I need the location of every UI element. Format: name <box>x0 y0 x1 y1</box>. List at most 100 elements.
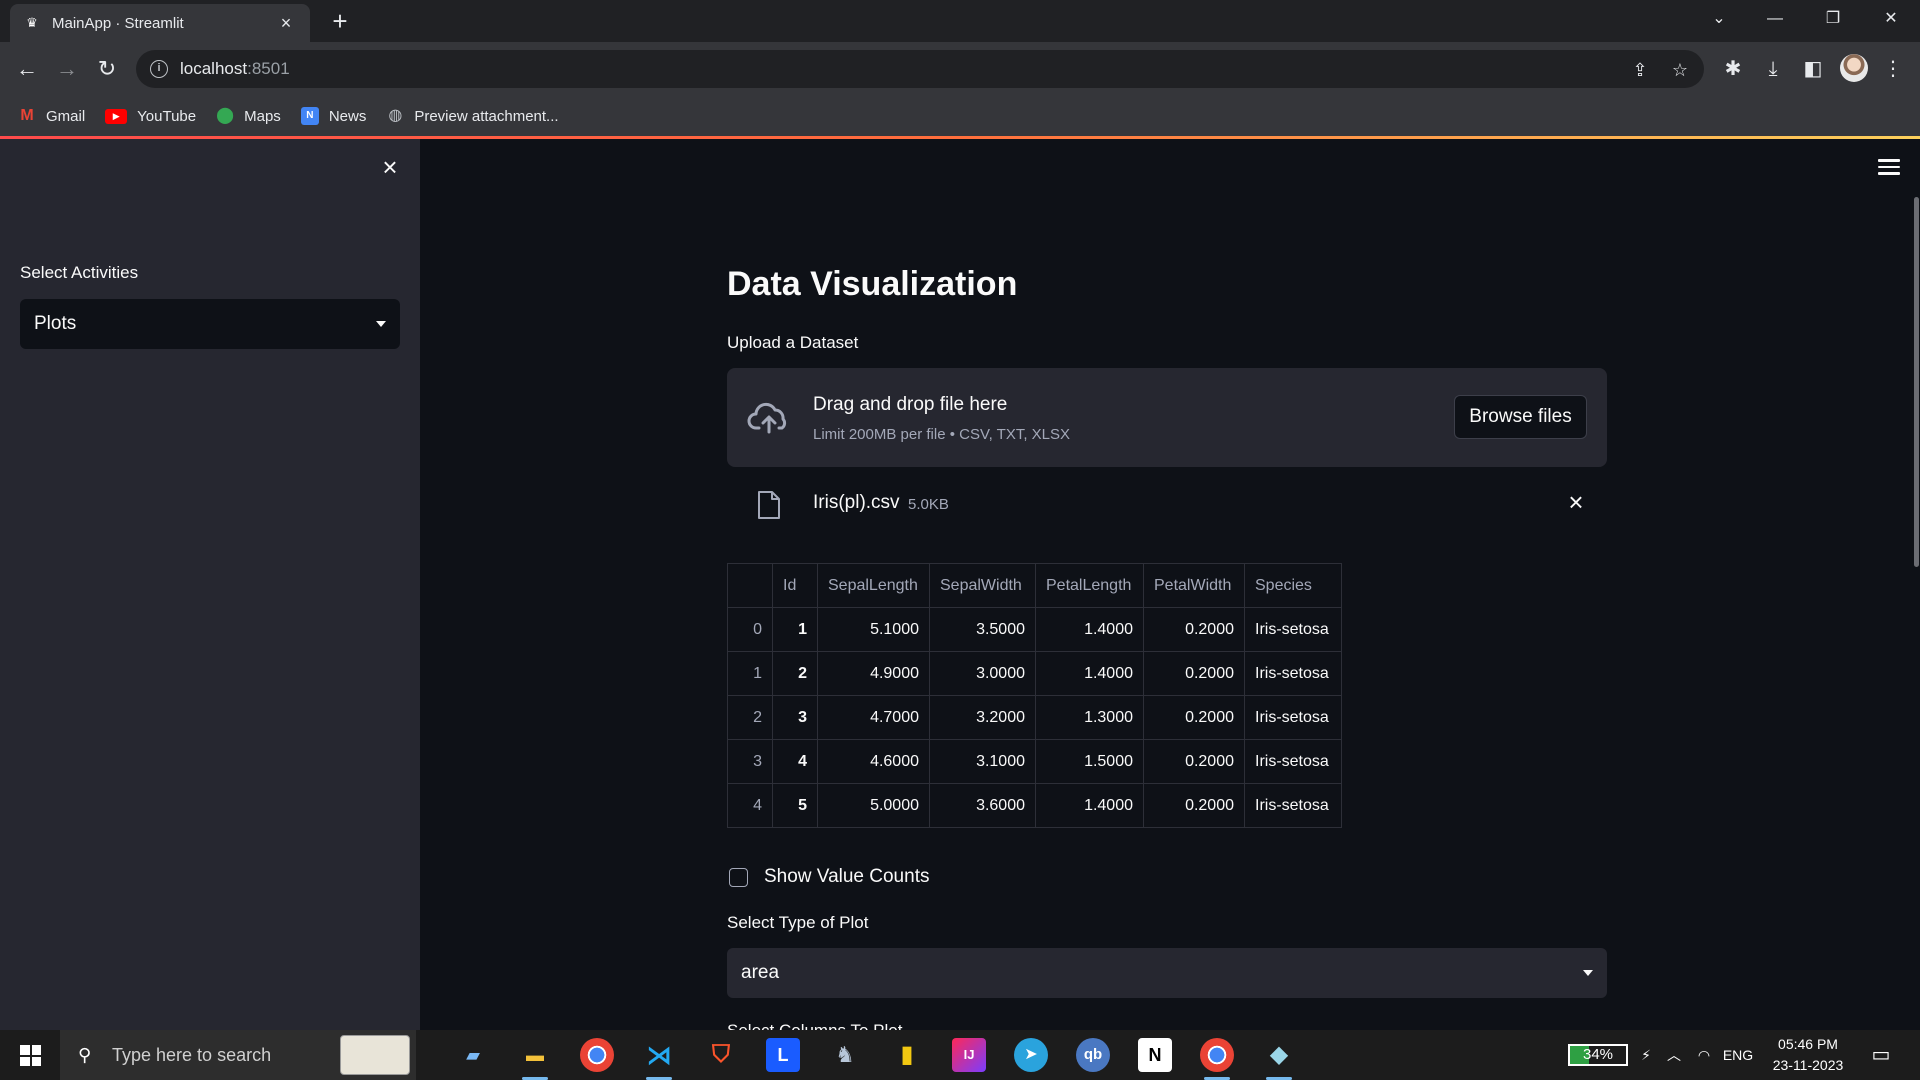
column-header[interactable] <box>727 563 773 608</box>
bookmark-star-icon[interactable]: ☆ <box>1670 60 1690 80</box>
bookmark-news[interactable]: N News <box>300 107 366 125</box>
table-cell[interactable]: 3.2000 <box>929 695 1036 740</box>
bookmark-maps[interactable]: ⬤ Maps <box>216 107 281 125</box>
new-tab-button[interactable]: + <box>326 8 354 36</box>
sidebar-close-icon[interactable]: × <box>378 154 402 180</box>
chrome-icon[interactable] <box>580 1038 614 1072</box>
postgres-icon[interactable]: ♞ <box>828 1038 862 1072</box>
browser-tab[interactable]: ♛ MainApp · Streamlit × <box>10 4 310 42</box>
show-hidden-icons-icon[interactable]: ︿ <box>1662 1030 1686 1080</box>
intellij-icon[interactable]: IJ <box>952 1038 986 1072</box>
table-cell[interactable]: 0.2000 <box>1143 651 1245 696</box>
notifications-icon[interactable]: ▭ <box>1866 1030 1896 1080</box>
file-dropzone[interactable]: Drag and drop file here Limit 200MB per … <box>727 368 1607 467</box>
side-panel-icon[interactable]: ◧ <box>1798 54 1828 84</box>
hamburger-menu-icon[interactable] <box>1878 159 1900 175</box>
column-header[interactable]: SepalLength <box>817 563 930 608</box>
download-icon[interactable]: ⤓ <box>1758 54 1788 84</box>
tab-search-icon[interactable]: ⌄ <box>1696 0 1742 38</box>
table-cell[interactable]: Iris-setosa <box>1244 607 1342 652</box>
table-cell[interactable]: 3.1000 <box>929 739 1036 784</box>
table-cell[interactable]: 2 <box>772 651 818 696</box>
bookmark-youtube[interactable]: ▶ YouTube <box>105 108 196 125</box>
table-cell[interactable]: 4.9000 <box>817 651 930 696</box>
column-header[interactable]: Id <box>772 563 818 608</box>
table-cell[interactable]: 1.4000 <box>1035 651 1144 696</box>
qbittorrent-icon[interactable]: qb <box>1076 1038 1110 1072</box>
table-cell[interactable]: 5.1000 <box>817 607 930 652</box>
windows-start-icon[interactable] <box>20 1045 41 1066</box>
tablet-app-icon[interactable]: ◆ <box>1262 1038 1296 1080</box>
checkbox-box[interactable] <box>729 867 748 887</box>
column-header[interactable]: PetalLength <box>1035 563 1144 608</box>
column-header[interactable]: SepalWidth <box>929 563 1036 608</box>
table-cell[interactable]: Iris-setosa <box>1244 783 1342 828</box>
notion-icon[interactable]: N <box>1138 1038 1172 1072</box>
browse-files-button[interactable]: Browse files <box>1454 395 1587 439</box>
file-explorer-icon[interactable]: ▰ <box>456 1038 490 1072</box>
table-cell[interactable]: 3.5000 <box>929 607 1036 652</box>
bookmark-preview[interactable]: ◍ Preview attachment... <box>386 107 558 125</box>
l-app-icon[interactable]: L <box>766 1038 800 1072</box>
table-cell[interactable]: 4 <box>772 739 818 784</box>
table-cell[interactable]: 1.5000 <box>1035 739 1144 784</box>
table-cell[interactable]: 3.6000 <box>929 783 1036 828</box>
search-highlight-image[interactable] <box>340 1035 410 1075</box>
column-header[interactable]: PetalWidth <box>1143 563 1245 608</box>
network-icon[interactable]: ◠ <box>1692 1030 1716 1080</box>
folder-icon[interactable]: ▬ <box>518 1038 552 1080</box>
back-button[interactable]: ← <box>12 54 42 84</box>
clock[interactable]: 05:46 PM 23-11-2023 <box>1760 1034 1856 1076</box>
brave-icon[interactable]: ⛉ <box>704 1038 738 1072</box>
show-value-counts-checkbox[interactable]: Show Value Counts <box>727 864 929 890</box>
powerbi-icon[interactable]: ▮ <box>890 1038 924 1072</box>
reload-button[interactable]: ↻ <box>92 54 122 84</box>
profile-avatar[interactable] <box>1840 54 1868 82</box>
table-cell[interactable]: 0.2000 <box>1143 607 1245 652</box>
table-cell[interactable]: Iris-setosa <box>1244 695 1342 740</box>
table-cell[interactable]: 0.2000 <box>1143 739 1245 784</box>
table-row[interactable]: 3 4 4.6000 3.1000 1.5000 0.2000 Iris-setosa <box>727 739 1342 784</box>
table-cell[interactable]: Iris-setosa <box>1244 739 1342 784</box>
bookmark-gmail[interactable]: M Gmail <box>18 107 85 125</box>
vscode-icon[interactable]: ⋊ <box>642 1038 676 1080</box>
table-row[interactable]: 4 5 5.0000 3.6000 1.4000 0.2000 Iris-setosa <box>727 783 1342 828</box>
restore-button[interactable]: ❐ <box>1810 0 1856 38</box>
table-cell[interactable]: 4.6000 <box>817 739 930 784</box>
row-index-cell[interactable]: 2 <box>727 695 773 740</box>
menu-kebab-icon[interactable]: ⋮ <box>1878 54 1908 84</box>
remove-file-icon[interactable]: × <box>1564 489 1588 515</box>
table-cell[interactable]: 0.2000 <box>1143 695 1245 740</box>
table-cell[interactable]: 3 <box>772 695 818 740</box>
activities-select[interactable]: Plots <box>20 299 400 349</box>
column-header[interactable]: Species <box>1244 563 1342 608</box>
table-row[interactable]: 0 1 5.1000 3.5000 1.4000 0.2000 Iris-setosa <box>727 607 1342 652</box>
table-cell[interactable]: 3.0000 <box>929 651 1036 696</box>
row-index-cell[interactable]: 0 <box>727 607 773 652</box>
table-row[interactable]: 1 2 4.9000 3.0000 1.4000 0.2000 Iris-setosa <box>727 651 1342 696</box>
table-cell[interactable]: 5 <box>772 783 818 828</box>
battery-indicator[interactable]: 34% <box>1568 1044 1628 1066</box>
chrome-active-icon[interactable] <box>1200 1038 1234 1080</box>
minimize-button[interactable]: — <box>1752 0 1798 38</box>
table-cell[interactable]: 1.4000 <box>1035 783 1144 828</box>
forward-button[interactable]: → <box>52 54 82 84</box>
row-index-cell[interactable]: 1 <box>727 651 773 696</box>
table-cell[interactable]: 0.2000 <box>1143 783 1245 828</box>
table-cell[interactable]: Iris-setosa <box>1244 651 1342 696</box>
row-index-cell[interactable]: 4 <box>727 783 773 828</box>
language-indicator[interactable]: ENG <box>1720 1030 1756 1080</box>
table-cell[interactable]: 1.3000 <box>1035 695 1144 740</box>
share-icon[interactable]: ⇪ <box>1630 60 1650 80</box>
table-cell[interactable]: 1.4000 <box>1035 607 1144 652</box>
table-cell[interactable]: 5.0000 <box>817 783 930 828</box>
taskbar-search[interactable]: ⚲ Type here to search <box>60 1030 416 1080</box>
extensions-icon[interactable]: ✱ <box>1718 54 1748 84</box>
tab-close-icon[interactable]: × <box>276 13 296 33</box>
address-bar[interactable]: i localhost:8501 ⇪ ☆ <box>136 50 1704 88</box>
site-info-icon[interactable]: i <box>150 60 168 78</box>
row-index-cell[interactable]: 3 <box>727 739 773 784</box>
table-row[interactable]: 2 3 4.7000 3.2000 1.3000 0.2000 Iris-setosa <box>727 695 1342 740</box>
plot-type-select[interactable]: area <box>727 948 1607 998</box>
main-scrollbar[interactable] <box>1914 197 1919 567</box>
